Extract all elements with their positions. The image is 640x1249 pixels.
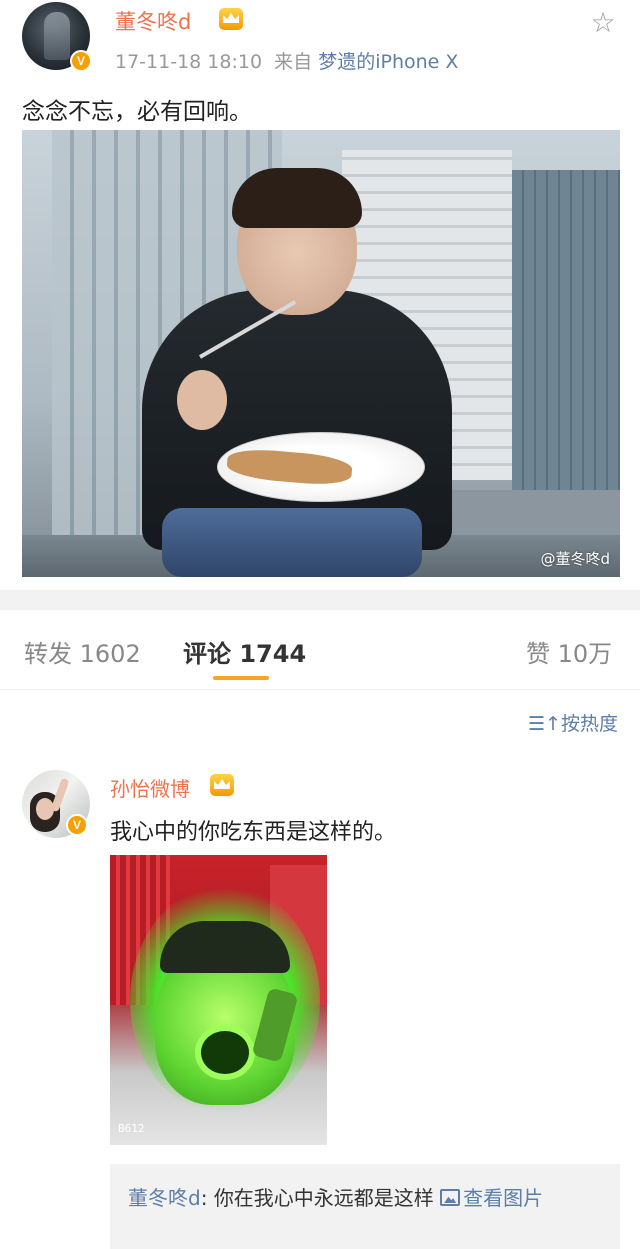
commenter-name[interactable]: 孙怡微博 xyxy=(110,773,190,802)
post-meta: 17-11-18 18:10 来自 梦遗的iPhone X xyxy=(115,47,458,74)
reply-author[interactable]: 董冬咚d xyxy=(128,1186,201,1210)
sort-by-hot-button[interactable]: ☰↑按热度 xyxy=(528,709,618,736)
tab-repost-count: 1602 xyxy=(79,640,141,668)
author-name[interactable]: 董冬咚d xyxy=(115,6,191,36)
tab-comments[interactable]: 评论 1744 xyxy=(183,634,306,669)
tab-repost-label: 转发 xyxy=(24,640,72,668)
post-photo[interactable]: @董冬咚d xyxy=(22,130,620,577)
section-separator xyxy=(0,590,640,610)
vip-crown-icon xyxy=(219,8,243,30)
commenter-verified-badge: V xyxy=(66,814,88,836)
view-image-link[interactable]: 查看图片 xyxy=(440,1186,543,1210)
reply-text: 你在我心中永远都是这样 xyxy=(213,1186,434,1210)
tab-likes-count: 10万 xyxy=(557,640,613,668)
comment-image[interactable]: B612 xyxy=(110,855,327,1145)
interaction-tabs: 转发 1602 评论 1744 赞 10万 xyxy=(0,610,640,690)
tab-repost[interactable]: 转发 1602 xyxy=(24,634,141,669)
sort-bar: ☰↑按热度 xyxy=(0,690,640,750)
sort-label: 按热度 xyxy=(560,713,618,735)
reply-content: 董冬咚d: 你在我心中永远都是这样 查看图片 xyxy=(128,1182,598,1214)
photo-watermark: @董冬咚d xyxy=(540,550,610,568)
comment-text: 我心中的你吃东西是这样的。 xyxy=(110,820,397,845)
weibo-post: V 董冬咚d 17-11-18 18:10 来自 梦遗的iPhone X ☆ 念… xyxy=(0,0,640,590)
tab-comments-label: 评论 xyxy=(183,640,231,668)
sort-icon: ☰↑ xyxy=(528,713,561,735)
tab-likes-label: 赞 xyxy=(526,640,550,668)
reply-box[interactable]: 董冬咚d: 你在我心中永远都是这样 查看图片 xyxy=(110,1164,620,1249)
comment-item: V 孙怡微博 我心中的你吃东西是这样的。 B612 董冬咚d: 你在我心中永远都… xyxy=(0,750,640,1249)
verified-badge: V xyxy=(70,50,92,72)
star-outline-icon[interactable]: ☆ xyxy=(588,8,618,38)
source-prefix: 来自 xyxy=(274,51,313,73)
post-source[interactable]: 梦遗的iPhone X xyxy=(318,51,458,73)
active-tab-indicator xyxy=(213,676,269,680)
post-text: 念念不忘，必有回响。 xyxy=(22,99,252,125)
image-watermark: B612 xyxy=(118,1122,145,1135)
post-timestamp: 17-11-18 18:10 xyxy=(115,51,263,73)
tab-likes[interactable]: 赞 10万 xyxy=(526,634,612,669)
view-image-label: 查看图片 xyxy=(463,1186,544,1210)
tab-comments-count: 1744 xyxy=(239,640,307,668)
commenter-vip-crown-icon xyxy=(210,774,234,796)
image-icon xyxy=(440,1189,461,1206)
reply-separator: : xyxy=(200,1186,208,1210)
